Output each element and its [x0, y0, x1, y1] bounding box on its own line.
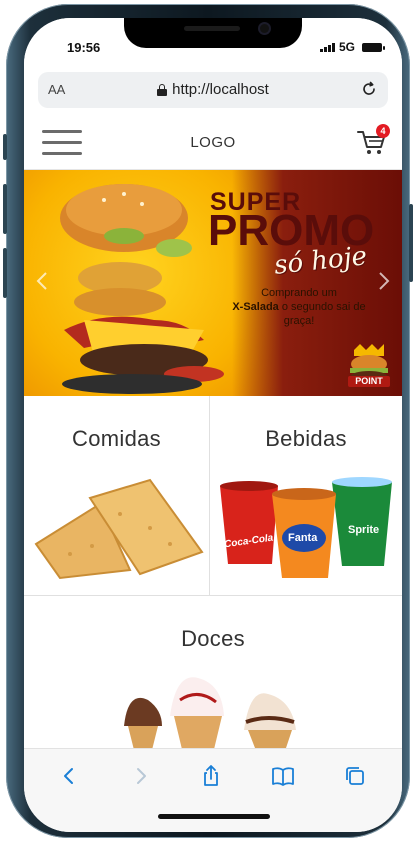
phone-screen: 19:56 5G AA http://localhost LOGO 4 SUPE…	[24, 18, 402, 832]
category-title: Bebidas	[265, 426, 347, 451]
reload-icon[interactable]	[360, 80, 378, 103]
point-brand-text: POINT	[348, 376, 390, 387]
side-button	[3, 134, 7, 160]
promo-desc-part1: Comprando um	[261, 287, 337, 299]
bookmarks-icon[interactable]	[270, 763, 296, 789]
site-logo[interactable]: LOGO	[24, 134, 402, 151]
browser-toolbar	[24, 748, 402, 832]
point-brand-logo: POINT	[346, 340, 392, 388]
lock-icon	[157, 84, 168, 96]
home-indicator	[158, 814, 270, 819]
signal-icon	[319, 42, 335, 52]
battery-icon	[362, 42, 385, 52]
tabs-icon[interactable]	[342, 763, 368, 789]
cart-button[interactable]: 4	[356, 124, 390, 158]
share-icon[interactable]	[198, 763, 224, 789]
category-doces[interactable]: Doces	[24, 596, 402, 766]
speaker	[184, 26, 240, 31]
address-bar[interactable]: AA http://localhost	[38, 72, 388, 108]
promo-desc-bold: X-Salada	[232, 301, 279, 313]
burger-image	[60, 184, 224, 394]
carousel-next-icon[interactable]	[372, 270, 394, 292]
category-title: Comidas	[72, 426, 161, 451]
category-title: Doces	[181, 626, 245, 651]
carousel-prev-icon[interactable]	[32, 270, 54, 292]
promo-banner[interactable]: SUPER PROMO só hoje Comprando um X-Salad…	[24, 170, 402, 396]
category-comidas[interactable]: Comidas	[24, 396, 210, 596]
pastel-image	[34, 478, 204, 580]
forward-icon[interactable]	[128, 763, 154, 789]
url-text: http://localhost	[172, 81, 269, 98]
back-icon[interactable]	[56, 763, 82, 789]
volume-down-button	[3, 248, 7, 298]
url-display[interactable]: http://localhost	[38, 81, 388, 98]
notch	[124, 18, 302, 48]
drink-label-fanta: Fanta	[288, 532, 318, 544]
category-bebidas[interactable]: Bebidas Coca-Cola Fanta Sprite	[210, 396, 402, 596]
drink-label-sprite: Sprite	[348, 524, 380, 536]
promo-description: Comprando um X-Salada o segundo sai de g…	[224, 286, 374, 328]
power-button	[409, 204, 413, 282]
phone-frame: 19:56 5G AA http://localhost LOGO 4 SUPE…	[3, 4, 413, 838]
site-header: LOGO 4	[24, 116, 402, 170]
status-indicators: 5G	[319, 40, 385, 54]
volume-up-button	[3, 184, 7, 234]
promo-desc-part2: o segundo sai de graça!	[281, 301, 366, 327]
network-label: 5G	[338, 40, 355, 54]
cart-count-badge: 4	[376, 124, 390, 138]
status-time: 19:56	[67, 40, 101, 55]
camera	[260, 24, 269, 33]
